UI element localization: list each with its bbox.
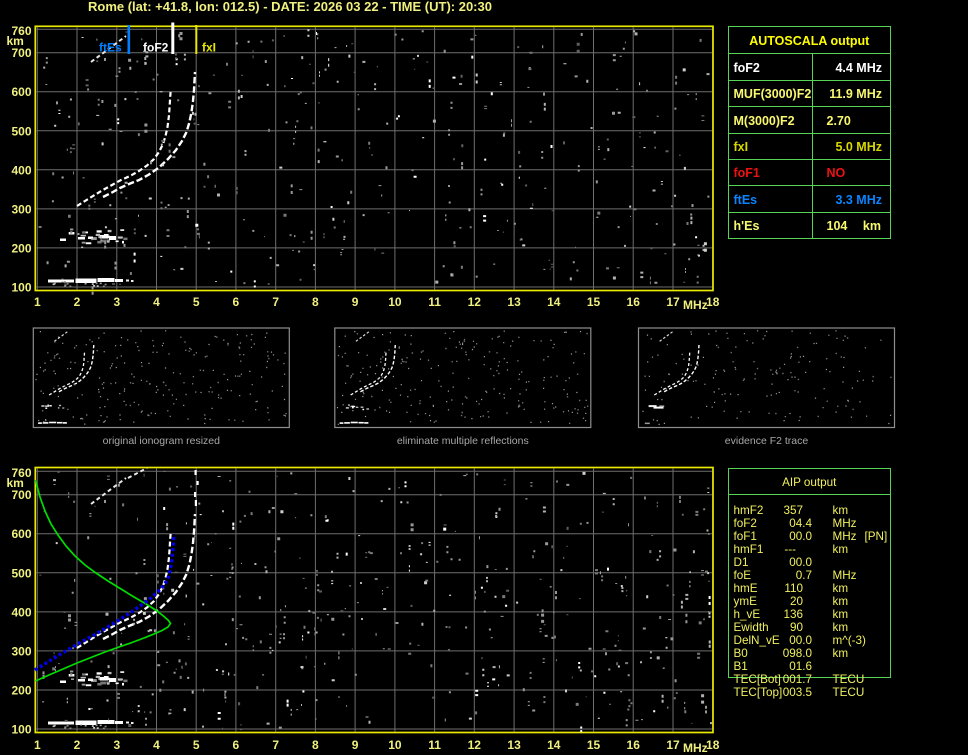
svg-text:15: 15 (587, 738, 601, 752)
svg-text:2: 2 (74, 295, 81, 309)
svg-text:6: 6 (233, 295, 240, 309)
svg-text:3: 3 (113, 295, 120, 309)
svg-text:MHz: MHz (683, 741, 708, 755)
svg-text:6: 6 (233, 738, 240, 752)
svg-text:12: 12 (468, 295, 482, 309)
svg-text:MHz: MHz (683, 298, 708, 312)
svg-text:5: 5 (193, 295, 200, 309)
svg-text:11: 11 (428, 738, 441, 752)
svg-text:15: 15 (587, 295, 601, 309)
svg-text:km: km (7, 476, 24, 490)
svg-text:8: 8 (312, 295, 319, 309)
svg-text:4: 4 (153, 295, 160, 309)
svg-text:12: 12 (468, 738, 482, 752)
svg-text:ftEs: ftEs (99, 41, 122, 55)
svg-text:5: 5 (193, 738, 200, 752)
svg-text:17: 17 (666, 295, 680, 309)
svg-text:14: 14 (547, 295, 561, 309)
svg-text:300: 300 (11, 202, 31, 216)
svg-text:200: 200 (11, 684, 31, 698)
svg-text:400: 400 (11, 605, 31, 619)
svg-text:700: 700 (11, 46, 31, 60)
svg-text:1: 1 (34, 738, 41, 752)
svg-text:500: 500 (11, 566, 31, 580)
svg-text:16: 16 (627, 738, 641, 752)
svg-text:10: 10 (388, 738, 402, 752)
svg-text:600: 600 (11, 527, 31, 541)
svg-text:eliminate multiple reflections: eliminate multiple reflections (397, 435, 529, 447)
svg-text:17: 17 (666, 738, 680, 752)
svg-text:4: 4 (153, 738, 160, 752)
svg-text:original ionogram resized: original ionogram resized (103, 435, 220, 447)
svg-text:km: km (7, 34, 24, 48)
svg-text:7: 7 (272, 738, 279, 752)
svg-text:foF2: foF2 (143, 41, 169, 55)
svg-text:100: 100 (11, 281, 31, 295)
svg-text:13: 13 (507, 295, 521, 309)
svg-text:18: 18 (706, 738, 720, 752)
svg-text:400: 400 (11, 163, 31, 177)
svg-text:1: 1 (34, 295, 41, 309)
svg-text:500: 500 (11, 124, 31, 138)
svg-text:10: 10 (388, 295, 402, 309)
svg-text:3: 3 (113, 738, 120, 752)
svg-text:100: 100 (11, 723, 31, 737)
svg-text:evidence F2 trace: evidence F2 trace (725, 435, 809, 447)
svg-text:16: 16 (627, 295, 641, 309)
svg-text:700: 700 (11, 488, 31, 502)
svg-text:7: 7 (272, 295, 279, 309)
svg-text:8: 8 (312, 738, 319, 752)
svg-text:9: 9 (352, 295, 359, 309)
svg-text:13: 13 (507, 738, 521, 752)
svg-text:fxI: fxI (202, 41, 216, 55)
svg-text:2: 2 (74, 738, 81, 752)
svg-text:600: 600 (11, 85, 31, 99)
svg-text:11: 11 (428, 295, 441, 309)
svg-text:14: 14 (547, 738, 561, 752)
svg-text:300: 300 (11, 644, 31, 658)
svg-text:9: 9 (352, 738, 359, 752)
svg-text:18: 18 (706, 295, 720, 309)
svg-text:200: 200 (11, 241, 31, 255)
